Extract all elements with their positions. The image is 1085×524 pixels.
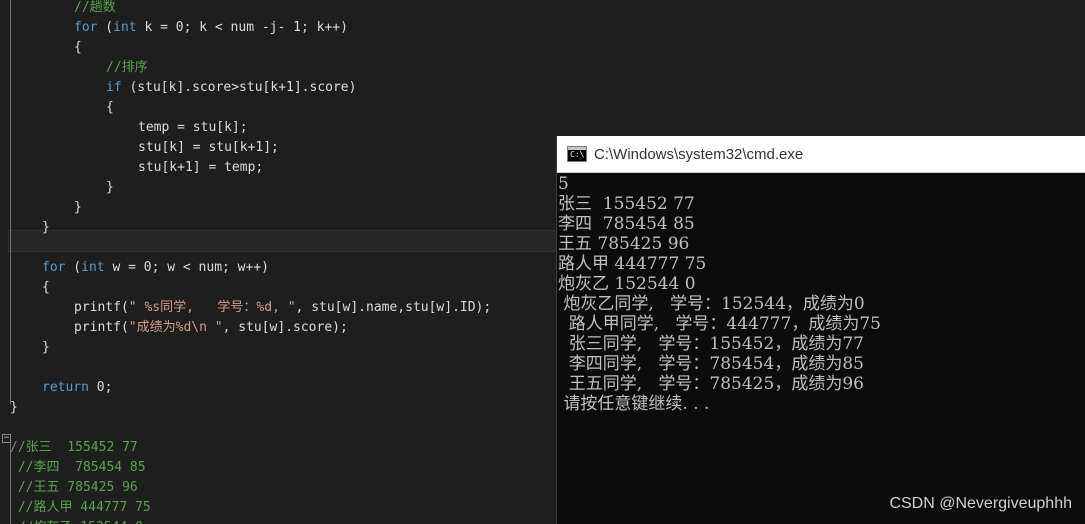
code-line[interactable]: stu[k+1] = temp; [138,158,263,178]
code-token: { [106,100,114,115]
code-line[interactable]: temp = stu[k]; [138,118,248,138]
code-token: k = 0; k < num -j- 1; k++) [136,20,348,35]
code-token: " %s同学, 学号：%d, " [128,300,296,315]
code-line[interactable]: //趟数 [74,0,116,18]
code-token: } [42,340,50,355]
code-token: //路人甲 444777 75 [10,500,151,515]
console-output: 5 张三 155452 77 李四 785454 85 王五 785425 96 路人甲… [557,173,1085,414]
code-token: } [10,400,18,415]
console-line: 5 [558,174,569,194]
code-line[interactable]: } [42,338,50,358]
code-line[interactable]: { [42,278,50,298]
code-token: { [74,40,82,55]
console-line: 张三 155452 77 [558,194,695,214]
cmd-titlebar[interactable]: C:\ C:\Windows\system32\cmd.exe [557,136,1085,173]
code-token: , stu[w].name,stu[w].ID); [295,300,492,315]
code-token: //炮灰乙 152544 0 [10,520,143,524]
code-token: w = 0; w < num; w++) [104,260,269,275]
code-line[interactable]: } [10,398,18,418]
code-line[interactable]: //张三 155452 77 [10,438,138,458]
console-line: 李四同学, 学号：785454，成绩为85 [558,354,864,374]
code-line[interactable]: for (int w = 0; w < num; w++) [42,258,269,278]
code-token: temp = stu[k]; [138,120,248,135]
cmd-icon: C:\ [567,146,587,162]
code-token: //排序 [106,60,148,75]
code-token: //趟数 [74,0,116,15]
code-token: //李四 785454 85 [10,460,146,475]
console-line: 路人甲 444777 75 [558,254,707,274]
code-token: (stu[k].score>stu[k+1].score) [121,80,357,95]
code-line[interactable]: if (stu[k].score>stu[k+1].score) [106,78,356,98]
code-line[interactable]: //王五 785425 96 [10,478,138,498]
console-line: 炮灰乙 152544 0 [558,274,696,294]
code-token: printf( [74,300,129,315]
code-line[interactable]: } [42,218,50,238]
code-token: } [106,180,114,195]
code-token: int [81,260,105,275]
code-line[interactable]: { [74,38,82,58]
code-token: 0; [88,380,113,395]
code-line[interactable]: //路人甲 444777 75 [10,498,151,518]
code-token: "成绩为%d\n " [128,320,223,335]
cmd-window[interactable]: C:\ C:\Windows\system32\cmd.exe 5 张三 1554… [556,136,1085,524]
code-line[interactable]: printf(" %s同学, 学号：%d, ", stu[w].name,stu… [74,298,491,318]
code-line[interactable]: //炮灰乙 152544 0 [10,518,143,524]
console-line: 请按任意键继续. . . [558,394,710,414]
console-line: 张三同学, 学号：155452，成绩为77 [558,334,864,354]
code-token: for [42,260,66,275]
code-token: //张三 155452 77 [10,440,138,455]
code-token: return [42,380,89,395]
code-token: ( [97,20,114,35]
code-token: ( [65,260,82,275]
code-token: , stu[w].score); [222,320,348,335]
code-token: for [74,20,98,35]
code-line[interactable]: //李四 785454 85 [10,458,146,478]
code-token: stu[k+1] = temp; [138,160,264,175]
fold-guide [10,0,11,404]
console-line: 炮灰乙同学, 学号：152544，成绩为0 [558,294,865,314]
code-token: } [74,200,82,215]
code-token: //王五 785425 96 [10,480,138,495]
current-line-highlight [8,230,556,252]
code-token: int [113,20,137,35]
watermark: CSDN @Nevergiveuphhh [889,495,1072,512]
console-line: 路人甲同学, 学号：444777，成绩为75 [558,314,881,334]
code-token: stu[k] = stu[k+1]; [138,140,279,155]
console-line: 王五 785425 96 [558,234,690,254]
code-line[interactable]: for (int k = 0; k < num -j- 1; k++) [74,18,348,38]
code-line[interactable]: //排序 [106,58,148,78]
cmd-title: C:\Windows\system32\cmd.exe [594,145,804,163]
code-line[interactable]: return 0; [42,378,112,398]
code-token: { [42,280,50,295]
code-line[interactable]: printf("成绩为%d\n ", stu[w].score); [74,318,348,338]
code-token: if [106,80,122,95]
code-line[interactable]: } [106,178,114,198]
code-line[interactable]: stu[k] = stu[k+1]; [138,138,279,158]
console-line: 王五同学, 学号：785425，成绩为96 [558,374,864,394]
code-line[interactable]: } [74,198,82,218]
code-token: } [42,220,50,235]
code-token: printf( [74,320,129,335]
code-line[interactable]: { [106,98,114,118]
console-line: 李四 785454 85 [558,214,695,234]
